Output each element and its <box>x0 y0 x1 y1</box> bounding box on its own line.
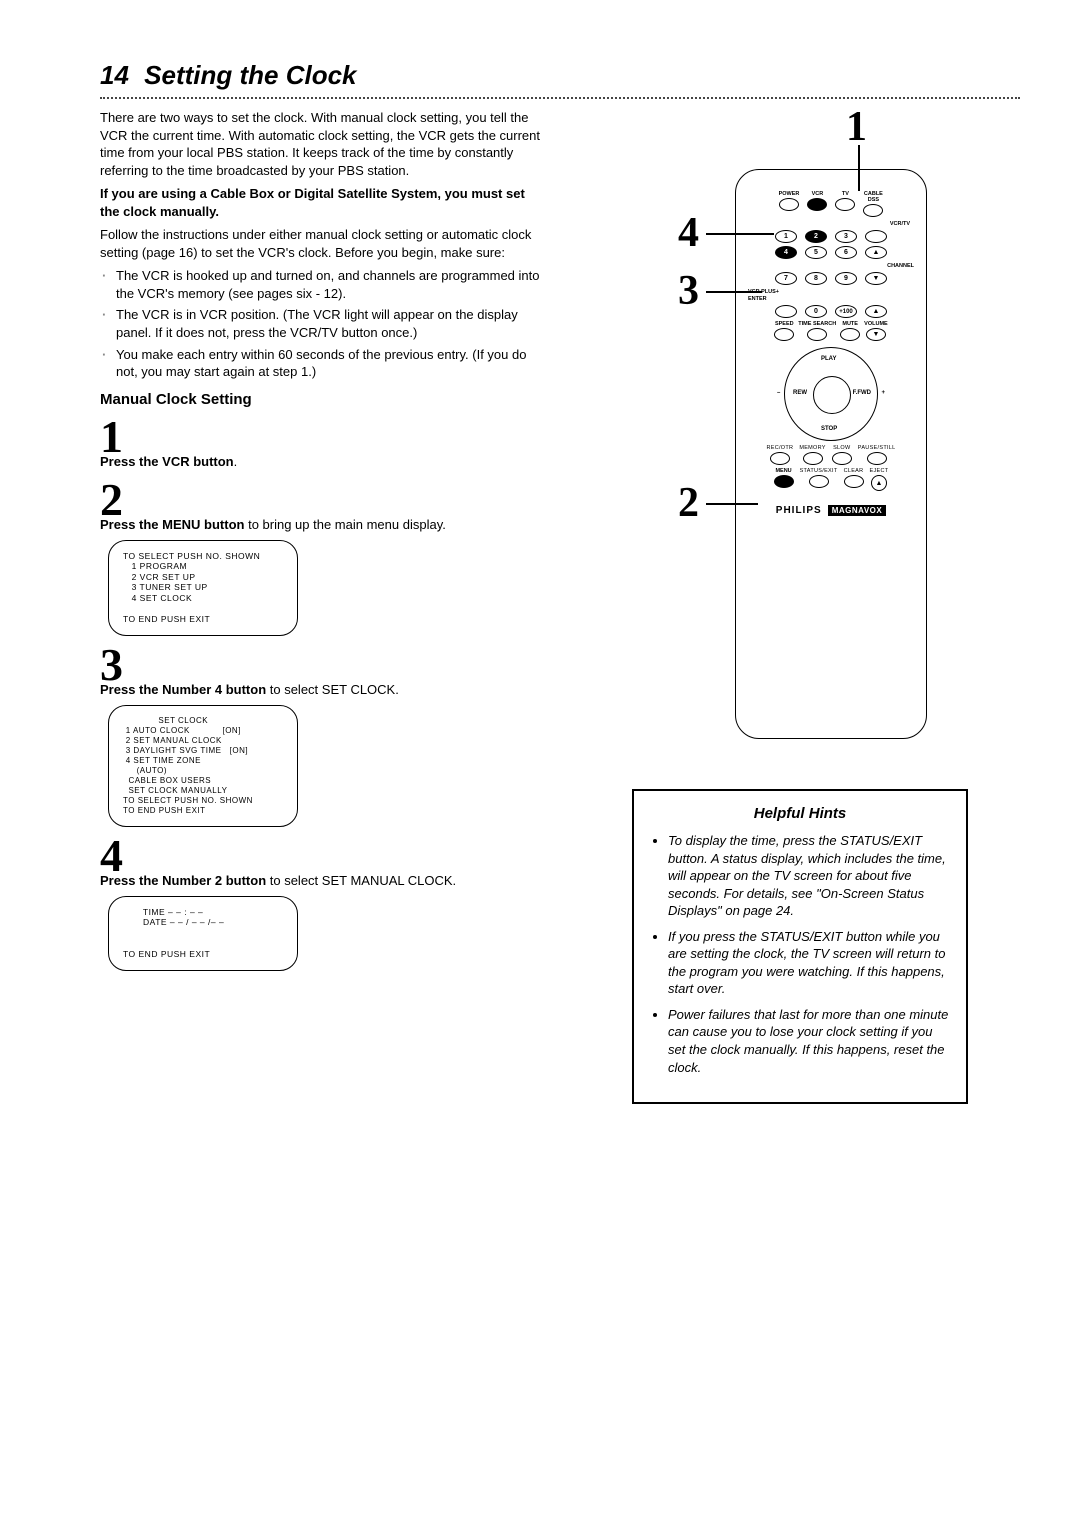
page-heading: Setting the Clock <box>144 60 356 90</box>
step-number-3: 3 <box>100 644 540 685</box>
callout-1: 1 <box>846 103 867 151</box>
warning-paragraph: If you are using a Cable Box or Digital … <box>100 185 540 220</box>
hints-title: Helpful Hints <box>650 805 950 822</box>
callout-2: 2 <box>678 479 699 527</box>
intro-paragraph: There are two ways to set the clock. Wit… <box>100 109 540 179</box>
follow-paragraph: Follow the instructions under either man… <box>100 226 540 261</box>
remote-diagram: 1 4 3 2 POWER VCR TV CABLE DSS VCR/TV 1 … <box>640 109 960 749</box>
list-item: You make each entry within 60 seconds of… <box>100 346 540 381</box>
remote-body: POWER VCR TV CABLE DSS VCR/TV 1 2 3 4 5 … <box>735 169 927 739</box>
list-item: The VCR is in VCR position. (The VCR lig… <box>100 306 540 341</box>
page-title: 14 Setting the Clock <box>100 60 1020 91</box>
step-4-text: Press the Number 2 button to select SET … <box>100 872 540 890</box>
screen-menu-main: TO SELECT PUSH NO. SHOWN 1 PROGRAM 2 VCR… <box>108 540 298 636</box>
callout-4: 4 <box>678 209 699 257</box>
section-heading: Manual Clock Setting <box>100 391 540 408</box>
screen-menu-manual: TIME – – : – – DATE – – / – – /– – TO EN… <box>108 896 298 971</box>
nav-ring: PLAY STOP REW F.FWD – + <box>784 347 878 441</box>
screen-menu-setclock: SET CLOCK 1 AUTO CLOCK [ON] 2 SET MANUAL… <box>108 705 298 827</box>
helpful-hints-box: Helpful Hints To display the time, press… <box>632 789 968 1104</box>
step-number-1: 1 <box>100 416 540 457</box>
step-number-4: 4 <box>100 835 540 876</box>
step-1-text: Press the VCR button. <box>100 453 540 471</box>
brand-row: PHILIPS MAGNAVOX <box>746 505 916 516</box>
list-item: The VCR is hooked up and turned on, and … <box>100 267 540 302</box>
hint-item: If you press the STATUS/EXIT button whil… <box>668 928 950 998</box>
hint-item: To display the time, press the STATUS/EX… <box>668 832 950 920</box>
step-2-text: Press the MENU button to bring up the ma… <box>100 516 540 534</box>
callout-3: 3 <box>678 267 699 315</box>
prerequisite-list: The VCR is hooked up and turned on, and … <box>100 267 540 380</box>
hint-item: Power failures that last for more than o… <box>668 1006 950 1076</box>
divider <box>100 97 1020 99</box>
step-number-2: 2 <box>100 479 540 520</box>
step-3-text: Press the Number 4 button to select SET … <box>100 681 540 699</box>
page-number: 14 <box>100 60 129 91</box>
